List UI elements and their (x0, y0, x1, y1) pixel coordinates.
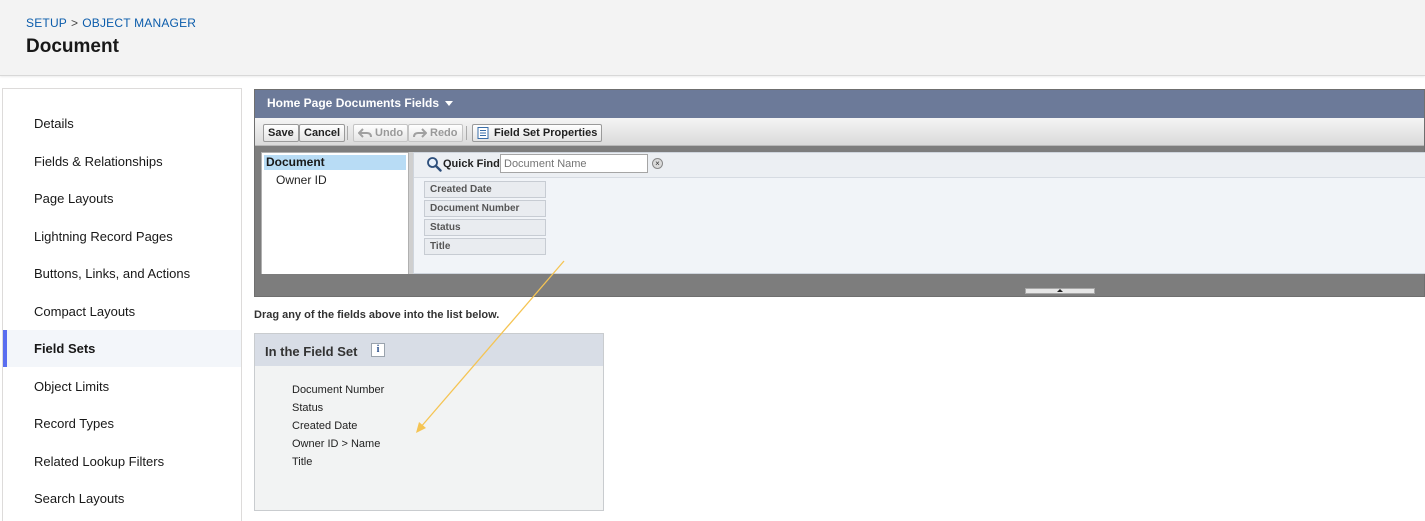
field-set-item-owner-id-name[interactable]: Owner ID > Name (292, 438, 380, 450)
palette-field-title[interactable]: Title (424, 238, 546, 255)
redo-icon (413, 127, 427, 138)
undo-button-label: Undo (375, 127, 404, 139)
chevron-down-icon[interactable] (445, 101, 454, 107)
save-button[interactable]: Save (263, 124, 299, 142)
breadcrumb-object-manager-link[interactable]: OBJECT MANAGER (82, 16, 196, 30)
builder-toolbar: Save Cancel Undo Redo Field Set Properti… (255, 118, 1424, 146)
field-set-properties-label: Field Set Properties (494, 127, 598, 139)
quick-find-input[interactable] (500, 154, 648, 173)
field-set-item-document-number[interactable]: Document Number (292, 384, 384, 396)
field-set-item-created-date[interactable]: Created Date (292, 420, 357, 432)
builder-title: Home Page Documents Fields (267, 96, 440, 110)
sidebar-item-buttons-links-actions[interactable]: Buttons, Links, and Actions (3, 255, 241, 292)
object-manager-sidebar: Details Fields & Relationships Page Layo… (2, 88, 242, 521)
field-set-title: In the Field Set (265, 344, 358, 359)
field-set-header: In the Field Set (255, 334, 603, 366)
sidebar-item-details[interactable]: Details (3, 105, 241, 142)
sidebar-item-object-limits[interactable]: Object Limits (3, 368, 241, 405)
sidebar-item-record-types[interactable]: Record Types (3, 405, 241, 442)
object-tree: Document Owner ID (261, 152, 409, 288)
collapse-grip-handle[interactable] (1025, 288, 1095, 294)
palette-field-created-date[interactable]: Created Date (424, 181, 546, 198)
undo-icon (358, 127, 372, 138)
sidebar-item-field-sets[interactable]: Field Sets (3, 330, 241, 367)
page-title: Document (26, 36, 119, 57)
redo-button-label: Redo (430, 127, 458, 139)
sidebar-item-fields-relationships[interactable]: Fields & Relationships (3, 143, 241, 180)
search-icon (427, 157, 442, 172)
quick-find-label: Quick Find (443, 158, 500, 170)
sidebar-item-page-layouts[interactable]: Page Layouts (3, 180, 241, 217)
field-set-drop-list[interactable]: In the Field Set i Document Number Statu… (254, 333, 604, 511)
clear-search-icon[interactable]: × (652, 158, 663, 169)
field-set-properties-button[interactable]: Field Set Properties (472, 124, 603, 142)
sidebar-item-related-lookup-filters[interactable]: Related Lookup Filters (3, 443, 241, 480)
drag-hint-text: Drag any of the fields above into the li… (254, 309, 500, 321)
tree-node-document[interactable]: Document (264, 155, 406, 170)
toolbar-divider (347, 126, 348, 140)
breadcrumb-setup-link[interactable]: SETUP (26, 16, 67, 30)
palette-field-status[interactable]: Status (424, 219, 546, 236)
tree-node-owner-id[interactable]: Owner ID (276, 173, 327, 188)
quick-find-bar: Quick Find × (414, 153, 1425, 178)
properties-icon (477, 127, 489, 139)
breadcrumb: SETUP > OBJECT MANAGER (26, 16, 196, 30)
info-icon[interactable]: i (371, 343, 385, 357)
cancel-button-label: Cancel (304, 127, 341, 139)
field-set-item-title[interactable]: Title (292, 456, 312, 468)
undo-button[interactable]: Undo (353, 124, 409, 142)
cancel-button[interactable]: Cancel (299, 124, 346, 142)
save-button-label: Save (268, 127, 294, 139)
palette-field-document-number[interactable]: Document Number (424, 200, 546, 217)
breadcrumb-separator: > (71, 16, 79, 30)
field-palette: Quick Find × Created Date Document Numbe… (413, 152, 1425, 274)
sidebar-item-search-layouts[interactable]: Search Layouts (3, 480, 241, 517)
builder-title-bar[interactable]: Home Page Documents Fields (255, 90, 1424, 118)
toolbar-divider (466, 126, 467, 140)
page-header: SETUP > OBJECT MANAGER Document (0, 0, 1425, 76)
field-set-builder: Home Page Documents Fields Save Cancel U… (254, 89, 1425, 297)
sidebar-item-lightning-record-pages[interactable]: Lightning Record Pages (3, 218, 241, 255)
palette-resize-strip (255, 274, 1424, 296)
redo-button[interactable]: Redo (408, 124, 463, 142)
sidebar-item-compact-layouts[interactable]: Compact Layouts (3, 293, 241, 330)
field-set-item-status[interactable]: Status (292, 402, 323, 414)
